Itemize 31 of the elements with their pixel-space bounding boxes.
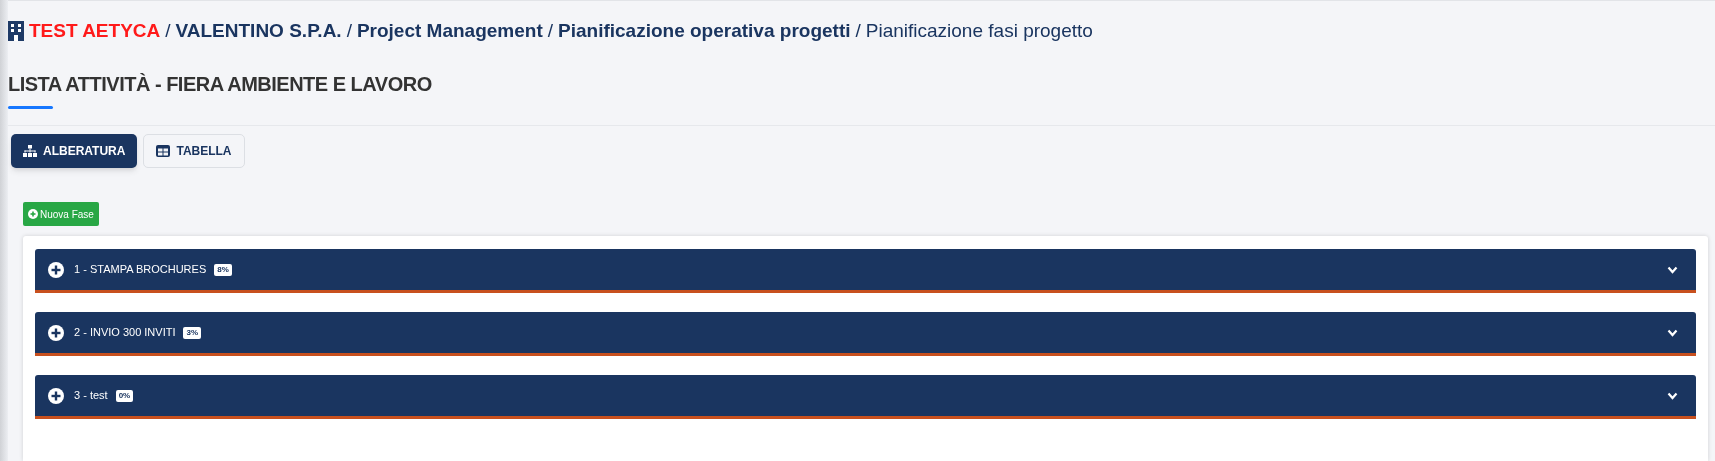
progress-badge: 3% bbox=[183, 326, 202, 339]
plus-circle-icon bbox=[28, 209, 38, 219]
plus-circle-icon bbox=[48, 261, 64, 278]
progress-badge: 0% bbox=[115, 389, 134, 402]
table-icon bbox=[156, 145, 171, 157]
phase-header[interactable]: 2 - INVIO 300 INVITI 3% bbox=[35, 312, 1696, 356]
breadcrumb-link[interactable]: VALENTINO S.P.A. bbox=[175, 20, 342, 42]
page-title: LISTA ATTIVITÀ - FIERA AMBIENTE E LAVORO bbox=[8, 72, 432, 96]
phase-title: 1 - STAMPA BROCHURES bbox=[74, 262, 207, 278]
plus-circle-icon bbox=[48, 324, 64, 341]
breadcrumb-separator: / bbox=[547, 20, 554, 42]
breadcrumb-separator: / bbox=[165, 20, 171, 42]
phase-title: 2 - INVIO 300 INVITI bbox=[74, 325, 176, 341]
breadcrumb-separator: / bbox=[855, 20, 861, 42]
breadcrumb-link[interactable]: Pianificazione operativa progetti bbox=[558, 20, 851, 42]
breadcrumb-current: Pianificazione fasi progetto bbox=[865, 20, 1093, 42]
chevron-down-icon bbox=[1667, 328, 1678, 337]
building-icon bbox=[8, 21, 24, 41]
chevron-down-icon bbox=[1667, 265, 1678, 274]
plus-circle-icon bbox=[48, 387, 64, 404]
view-tab[interactable]: TABELLA bbox=[143, 134, 245, 168]
breadcrumb-link[interactable]: Project Management bbox=[356, 20, 543, 42]
breadcrumb-link[interactable]: TEST AETYCA bbox=[29, 20, 161, 42]
phase-header[interactable]: 3 - test 0% bbox=[35, 375, 1696, 419]
sitemap-icon bbox=[23, 145, 37, 157]
view-tab[interactable]: ALBERATURA bbox=[11, 134, 138, 168]
chevron-down-icon bbox=[1667, 391, 1678, 400]
breadcrumb-separator: / bbox=[346, 20, 352, 42]
progress-badge: 8% bbox=[214, 263, 232, 276]
phase-header[interactable]: 1 - STAMPA BROCHURES 8% bbox=[35, 249, 1696, 293]
phase-title: 3 - test bbox=[74, 388, 108, 404]
